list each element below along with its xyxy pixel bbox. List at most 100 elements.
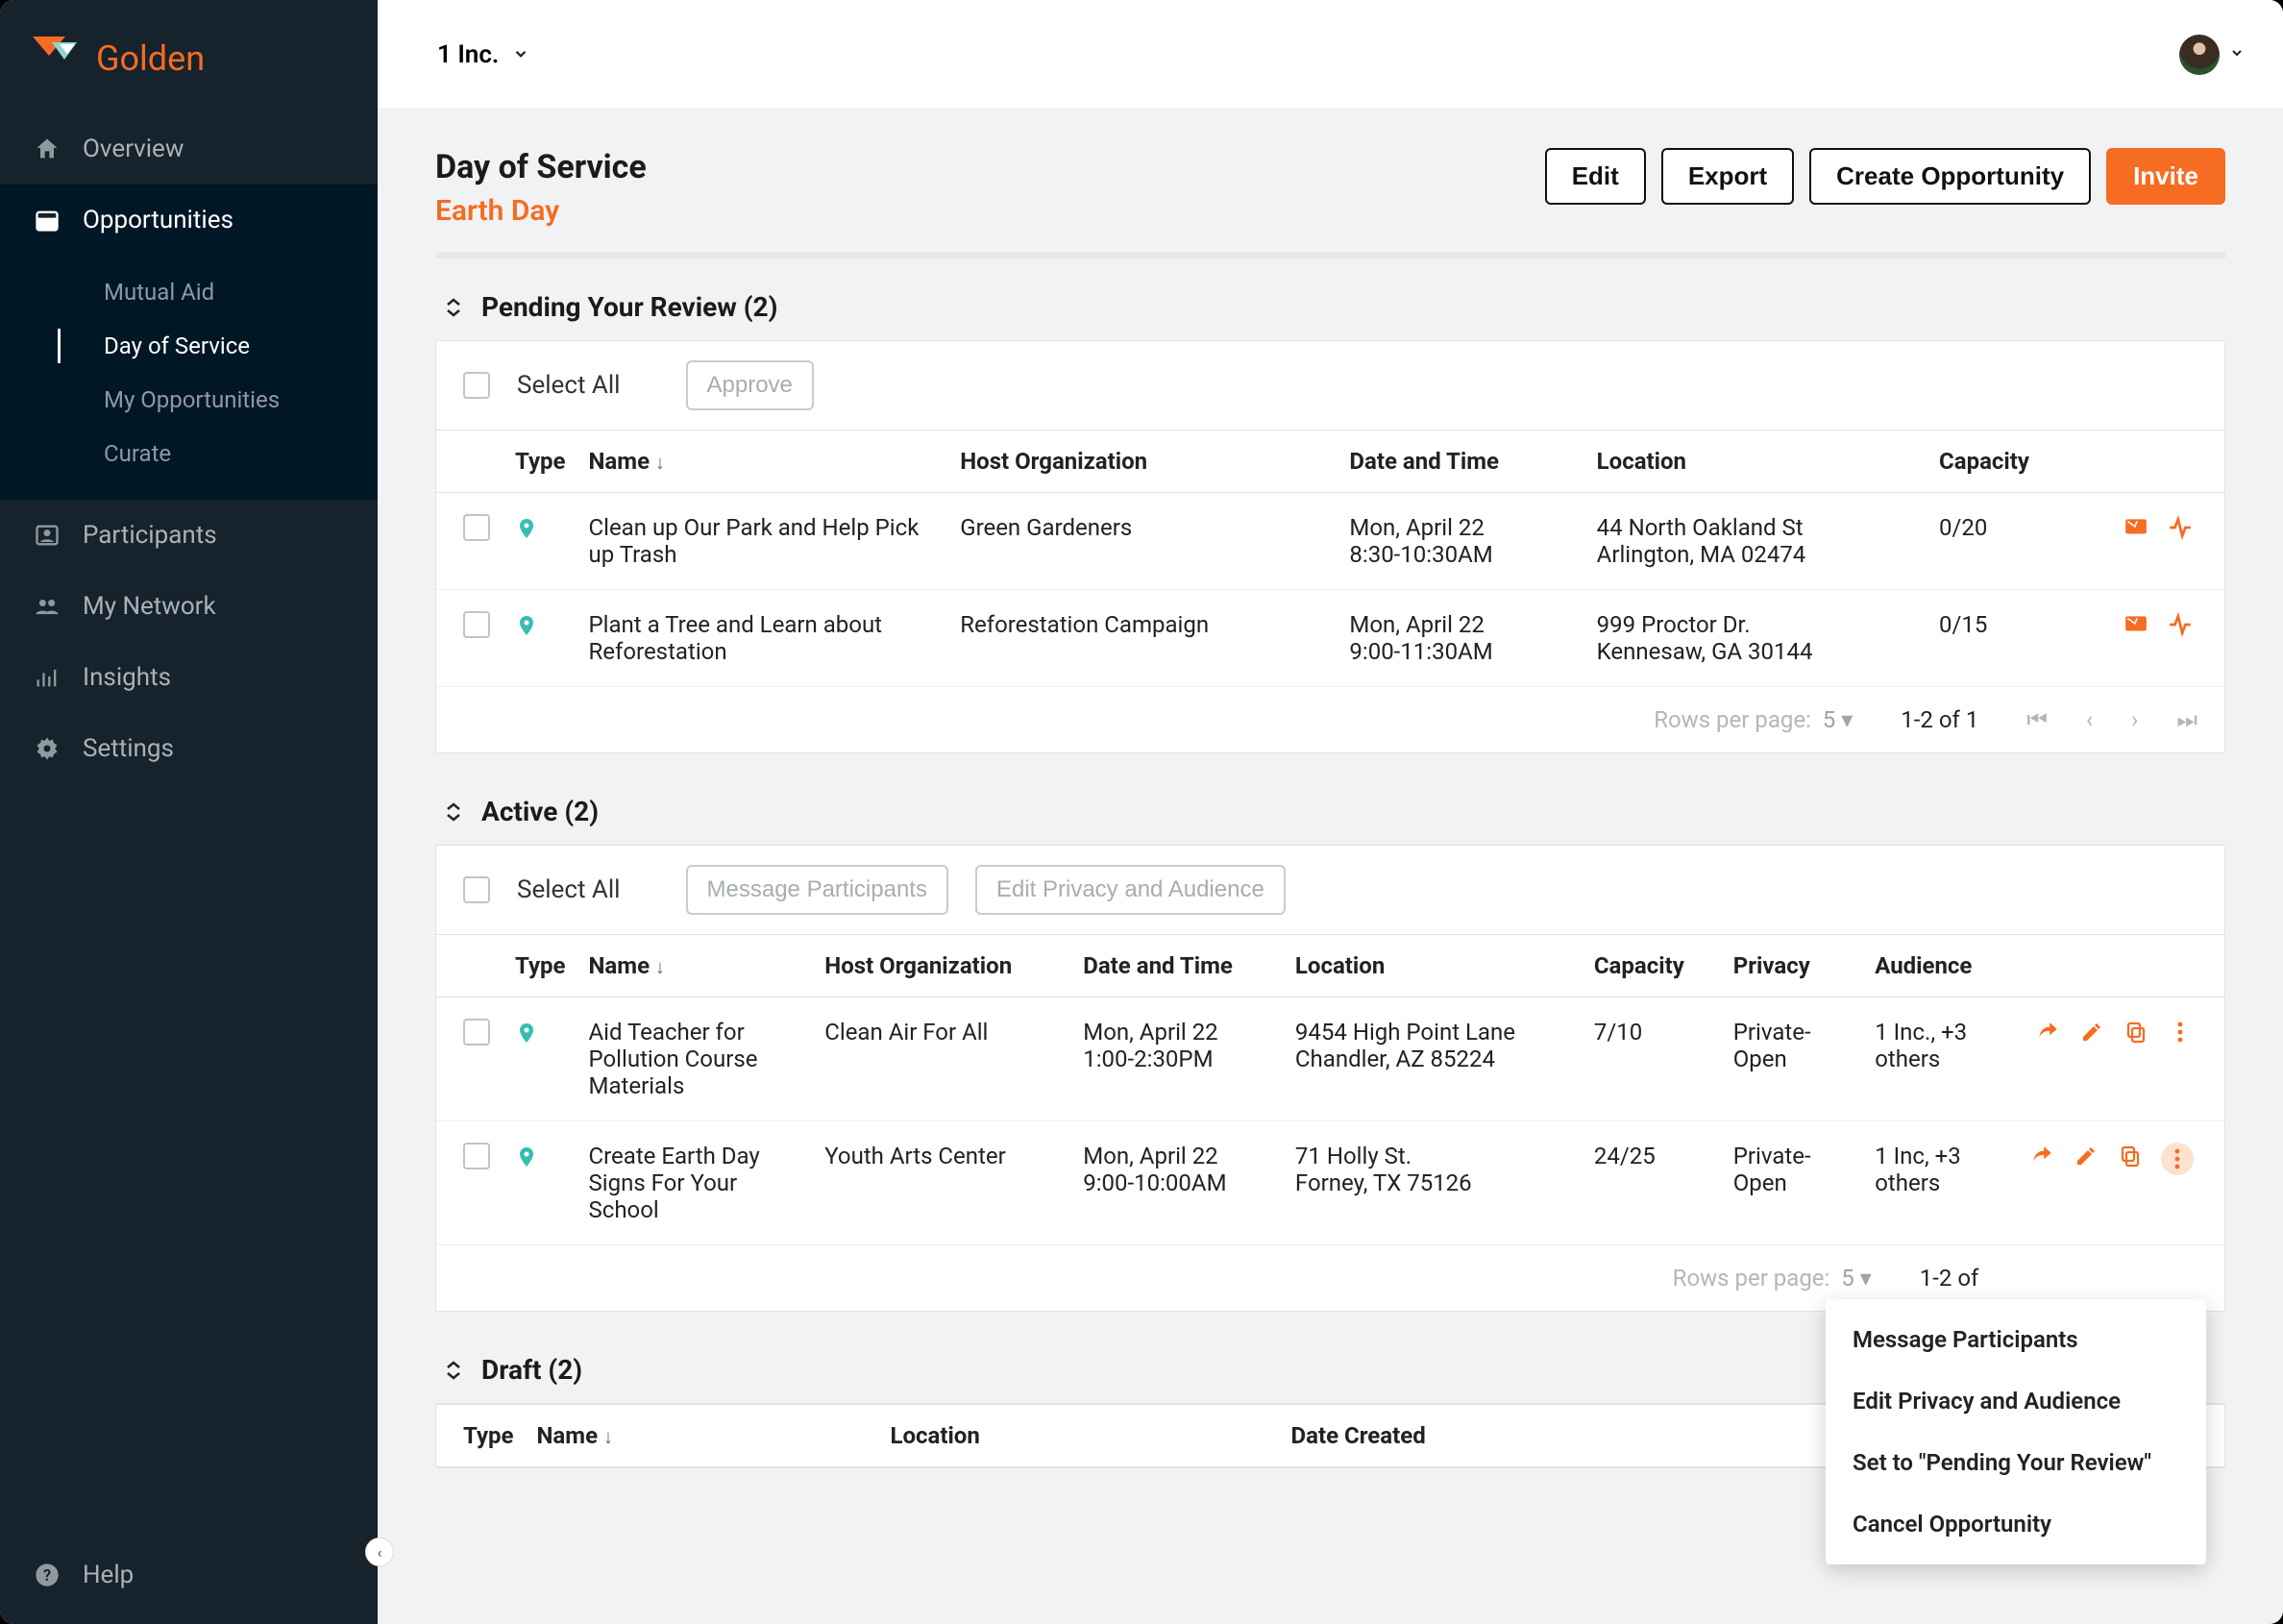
invite-button[interactable]: Invite [2106, 148, 2225, 205]
sidebar-item-settings[interactable]: Settings [0, 713, 378, 784]
capacity: 24/25 [1594, 1143, 1656, 1169]
sidebar-item-help[interactable]: ? Help [0, 1534, 378, 1624]
date-line2: 1:00-2:30PM [1083, 1046, 1272, 1072]
sidebar-item-day-of-service[interactable]: Day of Service [0, 319, 378, 373]
edit-privacy-audience-button[interactable]: Edit Privacy and Audience [975, 865, 1286, 915]
org-name: 1 Inc. [437, 40, 499, 69]
message-icon[interactable] [2123, 514, 2149, 541]
col-name[interactable]: Name↓ [526, 1405, 879, 1467]
col-type[interactable]: Type [503, 935, 577, 997]
menu-cancel-opportunity[interactable]: Cancel Opportunity [1826, 1493, 2206, 1555]
col-type[interactable]: Type [503, 431, 577, 493]
col-host[interactable]: Host Organization [948, 431, 1338, 493]
sidebar-item-label: Overview [83, 135, 184, 163]
create-opportunity-button[interactable]: Create Opportunity [1809, 148, 2091, 205]
edit-icon[interactable] [2078, 1019, 2105, 1046]
col-type[interactable]: Type [436, 1405, 526, 1467]
select-all-checkbox[interactable] [463, 876, 490, 903]
sidebar-item-my-network[interactable]: My Network [0, 571, 378, 642]
col-capacity[interactable]: Capacity [1583, 935, 1722, 997]
more-icon[interactable] [2161, 1143, 2194, 1175]
share-icon[interactable] [2028, 1143, 2055, 1169]
menu-set-pending[interactable]: Set to "Pending Your Review" [1826, 1432, 2206, 1493]
col-datetime[interactable]: Date and Time [1338, 431, 1584, 493]
page-prev-icon[interactable]: ‹ [2086, 706, 2093, 733]
row-checkbox[interactable] [463, 1143, 490, 1169]
copy-icon[interactable] [2123, 1019, 2149, 1046]
sidebar-item-curate[interactable]: Curate [0, 427, 378, 480]
activity-icon[interactable] [2167, 611, 2194, 638]
rpp-label: Rows per page: [1673, 1265, 1830, 1292]
page-next-icon[interactable]: › [2131, 706, 2138, 733]
page-first-icon[interactable]: ⏮ [2026, 706, 2048, 733]
col-privacy[interactable]: Privacy [1722, 935, 1863, 997]
brand: Golden [0, 19, 378, 113]
approve-button[interactable]: Approve [686, 360, 814, 410]
date-line1: Mon, April 22 [1349, 611, 1573, 638]
sidebar-item-participants[interactable]: Participants [0, 500, 378, 571]
menu-message-participants[interactable]: Message Participants [1826, 1309, 2206, 1370]
col-date-created[interactable]: Date Created [1280, 1405, 1840, 1467]
col-datetime[interactable]: Date and Time [1071, 935, 1284, 997]
date-line1: Mon, April 22 [1083, 1019, 1272, 1046]
row-checkbox[interactable] [463, 611, 490, 638]
sidebar-item-overview[interactable]: Overview [0, 113, 378, 185]
sidebar-item-opportunities[interactable]: Opportunities [0, 185, 378, 256]
table-row: Create Earth Day Signs For Your School Y… [436, 1121, 2224, 1245]
insights-icon [33, 663, 61, 692]
menu-edit-privacy-audience[interactable]: Edit Privacy and Audience [1826, 1370, 2206, 1432]
col-name[interactable]: Name↓ [577, 935, 814, 997]
home-icon [33, 135, 61, 163]
person-card-icon [33, 521, 61, 550]
edit-button[interactable]: Edit [1545, 148, 1646, 205]
opportunity-name[interactable]: Create Earth Day Signs For Your School [589, 1143, 760, 1223]
rpp-value[interactable]: 5 [1823, 706, 1836, 733]
user-menu[interactable] [2179, 35, 2245, 75]
section-pending-header[interactable]: Pending Your Review (2) [435, 291, 2225, 323]
more-icon[interactable] [2167, 1019, 2194, 1046]
opportunity-name[interactable]: Clean up Our Park and Help Pick up Trash [589, 514, 920, 568]
col-capacity[interactable]: Capacity [1927, 431, 2090, 493]
col-name[interactable]: Name↓ [577, 431, 949, 493]
edit-icon[interactable] [2073, 1143, 2099, 1169]
sidebar-item-label: Settings [83, 734, 174, 763]
col-location[interactable]: Location [1585, 431, 1927, 493]
col-location[interactable]: Location [1284, 935, 1583, 997]
rpp-value[interactable]: 5 [1841, 1265, 1854, 1292]
help-icon: ? [33, 1561, 61, 1589]
message-icon[interactable] [2123, 611, 2149, 638]
col-location[interactable]: Location [878, 1405, 1279, 1467]
sidebar-item-label: Participants [83, 521, 217, 550]
sidebar-item-insights[interactable]: Insights [0, 642, 378, 713]
calendar-icon [33, 206, 61, 234]
message-participants-button[interactable]: Message Participants [686, 865, 948, 915]
copy-icon[interactable] [2117, 1143, 2144, 1169]
col-host[interactable]: Host Organization [813, 935, 1071, 997]
sidebar-item-my-opportunities[interactable]: My Opportunities [0, 373, 378, 427]
sidebar-collapse-button[interactable]: ‹ [365, 1538, 394, 1566]
row-checkbox[interactable] [463, 1019, 490, 1046]
sidebar-item-label: Opportunities [83, 206, 233, 234]
opportunity-name[interactable]: Aid Teacher for Pollution Course Materia… [589, 1019, 758, 1099]
page-last-icon[interactable]: ⏭ [2176, 706, 2197, 733]
loc-line2: Kennesaw, GA 30144 [1597, 638, 1916, 665]
date-line2: 9:00-10:00AM [1083, 1169, 1272, 1196]
select-all-checkbox[interactable] [463, 372, 490, 399]
share-icon[interactable] [2034, 1019, 2061, 1046]
opportunity-name[interactable]: Plant a Tree and Learn about Reforestati… [589, 611, 883, 665]
export-button[interactable]: Export [1661, 148, 1794, 205]
row-checkbox[interactable] [463, 514, 490, 541]
collapse-icon [445, 1361, 466, 1380]
sidebar-item-mutual-aid[interactable]: Mutual Aid [0, 265, 378, 319]
activity-icon[interactable] [2167, 514, 2194, 541]
section-active-header[interactable]: Active (2) [435, 796, 2225, 827]
loc-line2: Arlington, MA 02474 [1597, 541, 1916, 568]
org-selector[interactable]: 1 Inc. [437, 40, 529, 69]
section-title: Draft (2) [481, 1354, 582, 1386]
date-line2: 9:00-11:30AM [1349, 638, 1573, 665]
chevron-down-icon: ▾ [1860, 1265, 1872, 1292]
avatar [2179, 35, 2220, 75]
col-audience[interactable]: Audience [1863, 935, 2017, 997]
location-pin-icon [515, 1026, 538, 1053]
location-pin-icon [515, 619, 538, 646]
